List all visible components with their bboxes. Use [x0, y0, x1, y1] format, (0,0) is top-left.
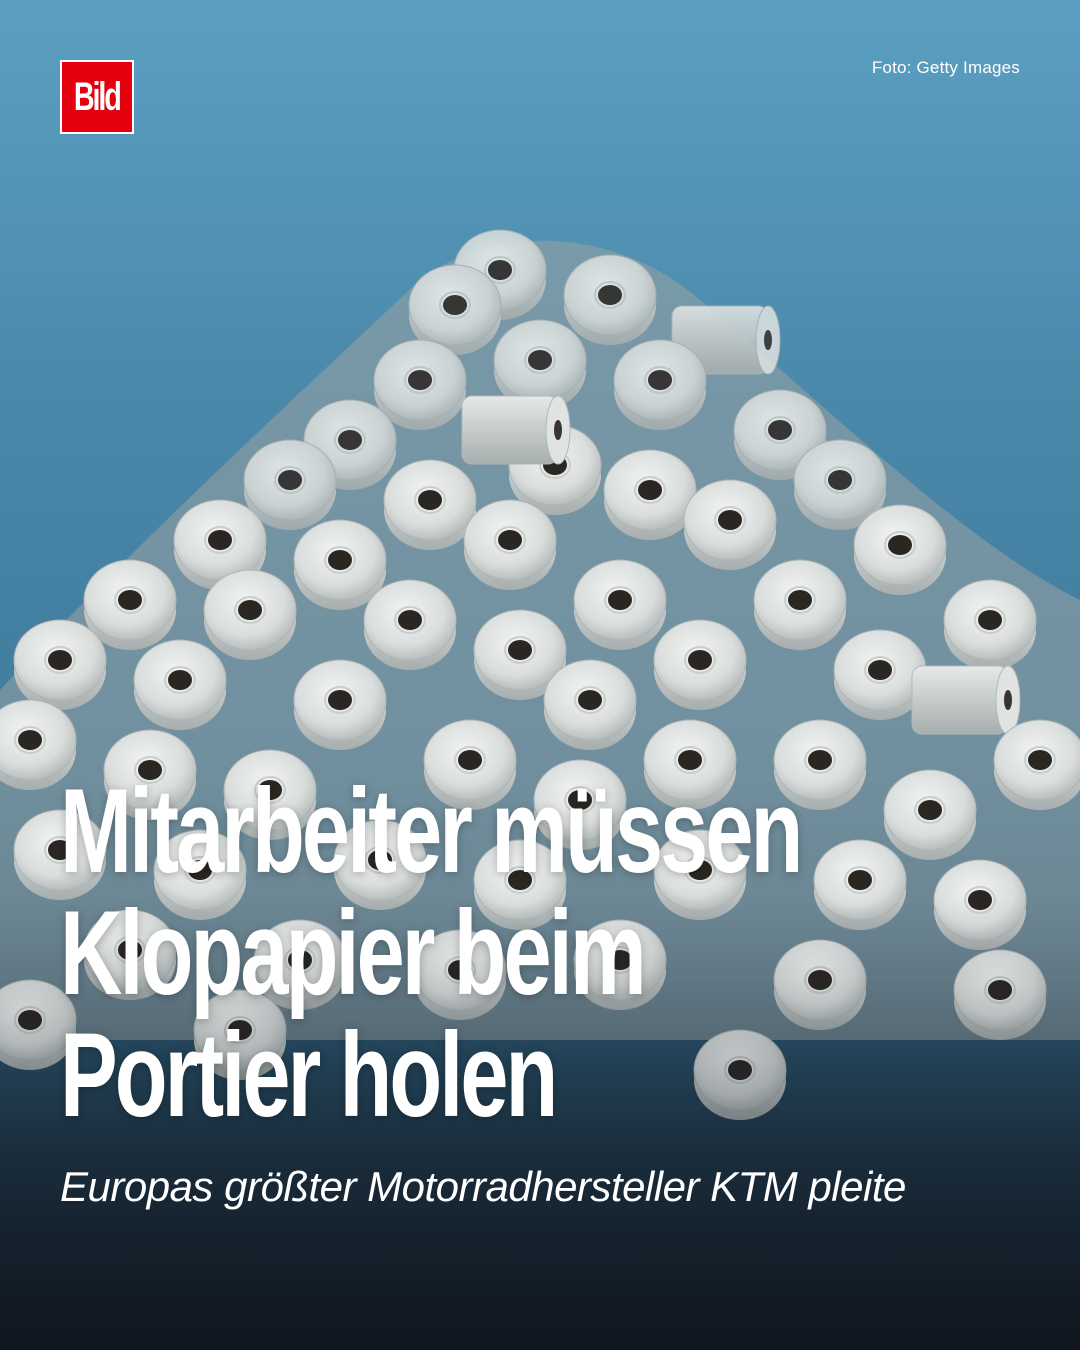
photo-credit: Foto: Getty Images	[871, 58, 1020, 77]
headline-line: Klopapier beim	[60, 886, 647, 1020]
headline-line: Portier holen	[60, 1008, 558, 1142]
bild-logo[interactable]: Bild	[60, 60, 134, 134]
toilet-paper-pile-image	[0, 229, 1080, 1350]
subheadline: Europas größter Motorradhersteller KTM p…	[60, 1163, 906, 1210]
headline-line: Mitarbeiter müssen	[60, 764, 803, 898]
news-post-card: Bild Foto: Getty Images Mitarbeiter müss…	[0, 0, 1080, 1350]
headline: Mitarbeiter müssen Klopapier beim Portie…	[60, 764, 803, 1142]
bild-logo-text: Bild	[74, 75, 122, 119]
